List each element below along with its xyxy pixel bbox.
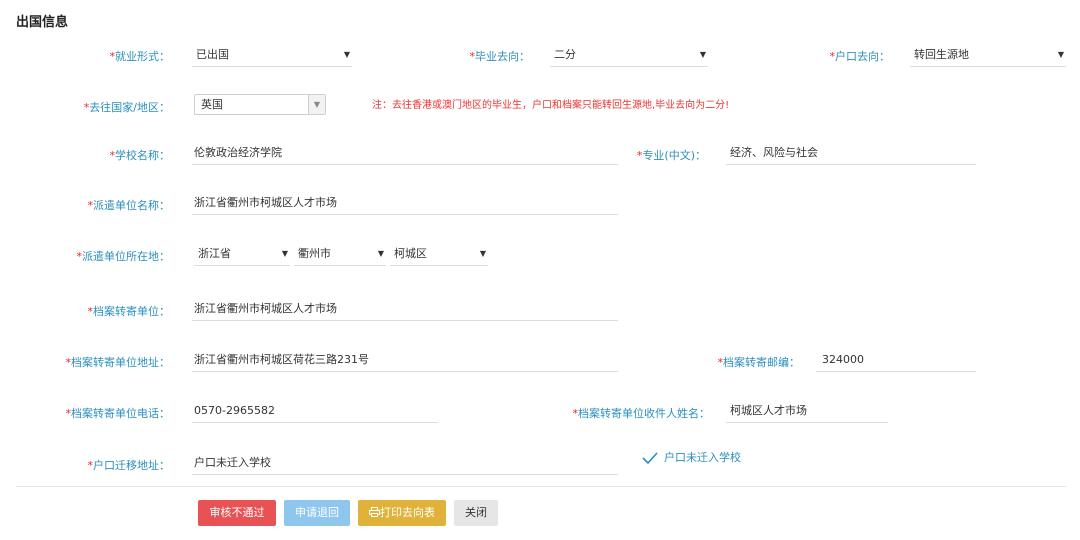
school-name-field[interactable]: 伦敦政治经济学院 <box>192 142 618 165</box>
archive-recipient-field[interactable]: 柯城区人才市场 <box>726 400 888 423</box>
archive-unit-field[interactable]: 浙江省衢州市柯城区人才市场 <box>192 298 618 321</box>
city-select[interactable]: 衢州市 ▼ <box>294 243 386 266</box>
country-select[interactable]: 英国 ▼ <box>194 94 326 115</box>
hukou-destination-label: *户口去向： <box>829 50 891 63</box>
dispatch-unit-name-field[interactable]: 浙江省衢州市柯城区人才市场 <box>192 192 618 215</box>
major-value: 经济、风险与社会 <box>730 146 818 159</box>
checkmark-icon <box>642 452 658 465</box>
hukou-not-moved-checkbox[interactable]: 户口未迁入学校 <box>642 449 741 465</box>
archive-postcode-value: 324000 <box>822 353 864 366</box>
chevron-down-icon: ▼ <box>308 95 325 114</box>
dispatch-location-label: *派遣单位所在地： <box>76 250 171 263</box>
close-button[interactable]: 关闭 <box>454 500 498 526</box>
school-name-label: *学校名称： <box>109 149 171 162</box>
dispatch-unit-name-value: 浙江省衢州市柯城区人才市场 <box>194 196 337 209</box>
chevron-down-icon: ▼ <box>1057 50 1064 59</box>
divider <box>16 486 1066 487</box>
archive-recipient-label: *档案转寄单位收件人姓名： <box>572 407 711 420</box>
dispatch-unit-name-label: *派遣单位名称： <box>87 199 171 212</box>
archive-recipient-value: 柯城区人才市场 <box>730 404 807 417</box>
chevron-down-icon: ▼ <box>699 50 706 59</box>
notice-text: 注：去往香港或澳门地区的毕业生，户口和档案只能转回生源地,毕业去向为二分! <box>372 100 730 111</box>
print-button[interactable]: 打印去向表 <box>358 500 446 526</box>
archive-postcode-label: *档案转寄邮编： <box>717 356 801 369</box>
reject-button[interactable]: 审核不通过 <box>198 500 276 526</box>
printer-icon <box>369 507 380 517</box>
chevron-down-icon: ▼ <box>479 249 486 258</box>
chevron-down-icon: ▼ <box>377 249 384 258</box>
employment-form-select[interactable]: 已出国 ▼ <box>192 44 352 67</box>
archive-address-field[interactable]: 浙江省衢州市柯城区荷花三路231号 <box>192 349 618 372</box>
archive-phone-value: 0570-2965582 <box>194 404 275 417</box>
return-button[interactable]: 申请退回 <box>284 500 350 526</box>
hukou-not-moved-label: 户口未迁入学校 <box>664 451 741 464</box>
district-select[interactable]: 柯城区 ▼ <box>390 243 488 266</box>
country-value: 英国 <box>201 98 223 111</box>
district-value: 柯城区 <box>394 247 427 260</box>
graduation-destination-label: *毕业去向： <box>469 50 531 63</box>
hukou-destination-select[interactable]: 转回生源地 ▼ <box>910 44 1066 67</box>
graduation-destination-select[interactable]: 二分 ▼ <box>550 44 708 67</box>
employment-form-value: 已出国 <box>196 48 229 61</box>
hukou-address-label: *户口迁移地址： <box>87 459 171 472</box>
print-button-label: 打印去向表 <box>380 506 435 519</box>
hukou-address-value: 户口未迁入学校 <box>194 456 271 469</box>
city-value: 衢州市 <box>298 247 331 260</box>
archive-postcode-field[interactable]: 324000 <box>816 349 976 372</box>
major-field[interactable]: 经济、风险与社会 <box>726 142 976 165</box>
country-label: *去往国家/地区： <box>83 101 170 114</box>
section-title: 出国信息 <box>16 15 69 30</box>
province-select[interactable]: 浙江省 ▼ <box>194 243 290 266</box>
hukou-address-field[interactable]: 户口未迁入学校 <box>192 452 618 475</box>
archive-address-label: *档案转寄单位地址： <box>65 356 171 369</box>
province-value: 浙江省 <box>198 247 231 260</box>
chevron-down-icon: ▼ <box>343 50 350 59</box>
archive-unit-label: *档案转寄单位： <box>87 305 171 318</box>
major-label: *专业(中文)： <box>636 149 706 162</box>
archive-phone-field[interactable]: 0570-2965582 <box>192 400 438 423</box>
chevron-down-icon: ▼ <box>281 249 288 258</box>
archive-address-value: 浙江省衢州市柯城区荷花三路231号 <box>194 353 369 366</box>
archive-unit-value: 浙江省衢州市柯城区人才市场 <box>194 302 337 315</box>
hukou-destination-value: 转回生源地 <box>914 48 969 61</box>
school-name-value: 伦敦政治经济学院 <box>194 146 282 159</box>
archive-phone-label: *档案转寄单位电话： <box>65 407 171 420</box>
graduation-destination-value: 二分 <box>554 48 576 61</box>
employment-form-label: *就业形式： <box>109 50 171 63</box>
